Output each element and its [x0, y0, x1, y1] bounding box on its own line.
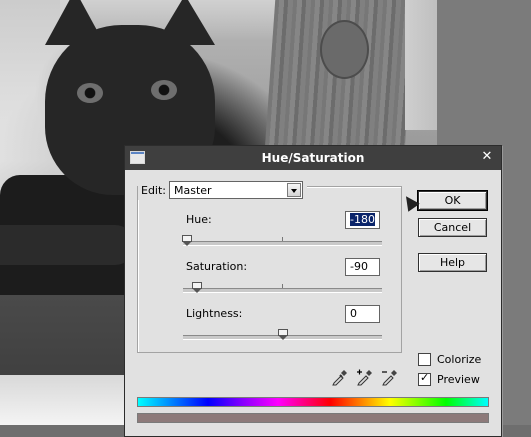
slider-center-tick: [282, 284, 283, 288]
wood-knot: [320, 20, 369, 79]
saturation-label: Saturation:: [186, 260, 248, 273]
lightness-input[interactable]: 0: [345, 305, 380, 323]
adjustment-group: Hue: -180 Saturation: -90 Lightness: 0: [137, 186, 402, 353]
edit-channel-value: Master: [174, 184, 212, 197]
cat-ear: [45, 0, 105, 45]
preview-checkbox[interactable]: [418, 371, 431, 386]
hue-slider[interactable]: [182, 235, 382, 246]
preview-option[interactable]: Preview: [418, 371, 480, 386]
eyedropper-icon[interactable]: [331, 368, 349, 386]
edit-channel-select[interactable]: Master: [169, 181, 304, 199]
chevron-down-icon[interactable]: [287, 183, 302, 197]
saturation-input[interactable]: -90: [345, 258, 380, 276]
eyedropper-tools: [331, 368, 399, 386]
slider-center-tick: [282, 237, 283, 241]
photo-highlight: [405, 0, 437, 130]
hue-label: Hue:: [186, 213, 212, 226]
close-icon[interactable]: ✕: [479, 149, 495, 165]
cat-eye: [151, 80, 177, 100]
dialog-titlebar[interactable]: Hue/Saturation ✕: [125, 146, 501, 170]
photo-highlight: [0, 375, 125, 425]
saturation-slider-thumb[interactable]: [191, 282, 202, 293]
eyedropper-minus-icon[interactable]: [381, 368, 399, 386]
input-hue-spectrum-bar: [137, 397, 489, 407]
hue-value: -180: [350, 213, 375, 226]
cat-paw: [0, 225, 135, 265]
saturation-value: -90: [350, 260, 368, 273]
cancel-button[interactable]: Cancel: [418, 218, 487, 237]
lightness-slider[interactable]: [183, 329, 382, 340]
preview-label: Preview: [437, 373, 480, 386]
cat-eye: [77, 83, 103, 103]
hue-input[interactable]: -180: [345, 211, 380, 229]
cat-ear: [155, 0, 215, 45]
edit-label: Edit:: [141, 183, 167, 197]
lightness-value: 0: [350, 307, 357, 320]
hue-slider-thumb[interactable]: [182, 235, 192, 246]
saturation-slider[interactable]: [183, 282, 382, 293]
colorize-option[interactable]: Colorize: [418, 353, 481, 366]
ok-button[interactable]: OK: [417, 190, 488, 211]
eyedropper-plus-icon[interactable]: [356, 368, 374, 386]
lightness-slider-thumb[interactable]: [277, 329, 288, 340]
edit-row: Edit: Master: [138, 180, 308, 200]
dialog-title: Hue/Saturation: [261, 151, 365, 165]
colorize-label: Colorize: [437, 353, 482, 366]
hue-saturation-dialog: Hue/Saturation ✕ Hue: -180 Saturation: -…: [124, 145, 502, 437]
help-button[interactable]: Help: [418, 253, 487, 272]
colorize-checkbox[interactable]: [418, 353, 431, 366]
output-hue-spectrum-bar: [137, 413, 489, 423]
lightness-label: Lightness:: [186, 307, 243, 320]
